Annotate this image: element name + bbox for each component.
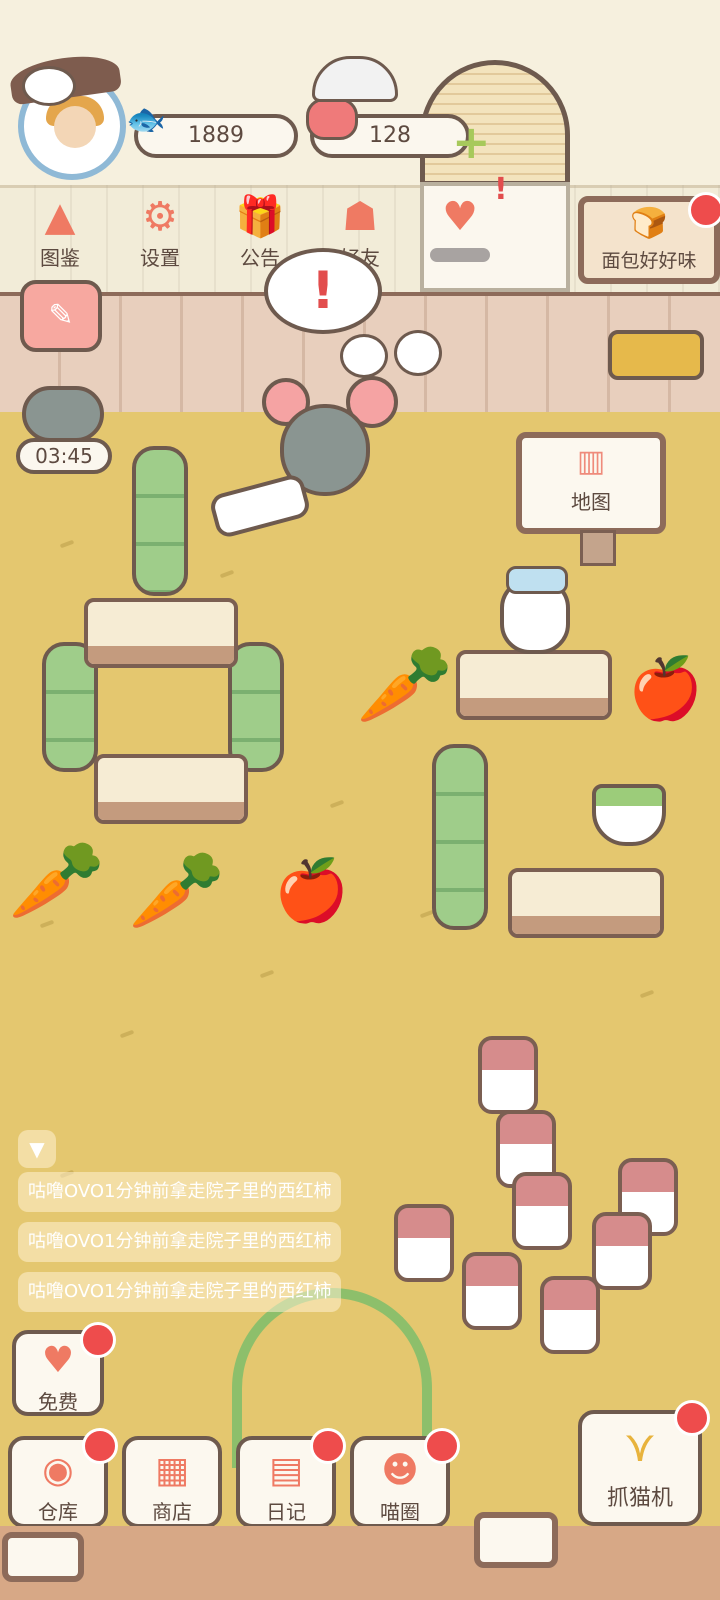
mouse-timer-icon — [22, 386, 104, 442]
jam-jar[interactable] — [478, 1036, 538, 1114]
cat-circle-label: 喵圈 — [380, 1500, 420, 1524]
jam-jar[interactable] — [512, 1172, 572, 1250]
feed-item: 咕噜OVO1分钟前拿走院子里的西红柿 — [18, 1272, 342, 1312]
heart-count: 128 — [369, 123, 411, 148]
cow-hat — [506, 566, 568, 594]
claw-machine-label: 抓猫机 — [606, 1486, 673, 1511]
calendar-button[interactable]: ✎ — [20, 280, 102, 352]
yellow-boots — [608, 330, 704, 380]
notification-badge — [688, 192, 720, 228]
shop-button[interactable]: ▦ 商店 — [122, 1436, 222, 1528]
menu-collection-label: 图鉴 — [40, 246, 80, 270]
jam-jar[interactable] — [592, 1212, 652, 1290]
wooden-block[interactable] — [508, 868, 664, 938]
gift-icon: 🎁 — [235, 194, 285, 240]
cabbage-stack[interactable] — [132, 446, 188, 596]
candied-apple[interactable]: 🍎 — [274, 856, 349, 926]
candied-apple[interactable]: 🍎 — [628, 654, 703, 724]
bunny-icon — [340, 334, 388, 378]
map-sign-label: 地图 — [571, 490, 611, 514]
notification-badge — [80, 1322, 116, 1358]
grass-tuft — [219, 569, 235, 579]
friends-icon: ☗ — [342, 194, 378, 240]
jam-jar[interactable] — [540, 1276, 600, 1354]
grass-tuft — [329, 799, 345, 809]
fish-icon: 🐟 — [126, 100, 166, 138]
fish-count: 1889 — [188, 123, 244, 148]
bread-sign-label: 面包好好味 — [601, 250, 697, 272]
potato-sign — [474, 1512, 558, 1568]
carrot[interactable]: 🥕 — [356, 640, 453, 730]
grass-tuft — [639, 989, 655, 999]
menu-settings-label: 设置 — [140, 246, 180, 270]
timer-text: 03:45 — [35, 444, 93, 468]
notification-badge — [674, 1400, 710, 1436]
feed-item: 咕噜OVO1分钟前拿走院子里的西红柿 — [18, 1222, 342, 1262]
bottom-ground — [0, 1526, 720, 1600]
collapse-feed-icon[interactable]: ▼ — [18, 1130, 56, 1168]
fence-icon: ▥ — [576, 444, 606, 479]
grass-tuft — [119, 1029, 135, 1039]
wheat-sign — [2, 1532, 84, 1582]
wooden-block[interactable] — [84, 598, 238, 668]
shop-icon: ▦ — [154, 1450, 189, 1491]
map-sign[interactable]: ▥ 地图 — [516, 432, 666, 534]
bunny-icon — [394, 330, 442, 376]
jam-jar[interactable] — [462, 1252, 522, 1330]
bird-icon — [22, 66, 76, 106]
wooden-block[interactable] — [456, 650, 612, 720]
cabbage-stack[interactable] — [432, 744, 488, 930]
free-label: 免费 — [38, 1390, 78, 1414]
wooden-block[interactable] — [94, 754, 248, 824]
notification-badge — [424, 1428, 460, 1464]
toggle-bar — [430, 248, 490, 262]
heart-icon — [306, 98, 358, 140]
alert-bubble: ! — [264, 248, 382, 334]
gear-icon: ⚙ — [142, 194, 178, 240]
shop-label: 商店 — [152, 1500, 192, 1524]
sign-post — [580, 530, 616, 566]
diary-label: 日记 — [266, 1500, 306, 1524]
carrot[interactable]: 🥕 — [128, 846, 225, 936]
pencil-icon: ✎ — [48, 298, 74, 333]
menu-settings[interactable]: ⚙ 设置 — [112, 192, 208, 271]
grass-tuft — [59, 539, 75, 549]
timer-badge: 03:45 — [16, 438, 112, 474]
alert-exclamation: ! — [494, 172, 508, 207]
carrot[interactable]: 🥕 — [8, 836, 105, 926]
cat-book-icon: ▲ — [44, 194, 76, 240]
matcha-bowl[interactable] — [592, 784, 666, 846]
notification-badge — [82, 1428, 118, 1464]
add-hearts-button[interactable]: + — [452, 119, 491, 165]
feed-item: 咕噜OVO1分钟前拿走院子里的西红柿 — [18, 1172, 342, 1212]
menu-collection[interactable]: ▲ 图鉴 — [12, 192, 108, 271]
avatar-face — [54, 106, 96, 148]
notification-badge — [310, 1428, 346, 1464]
warehouse-label: 仓库 — [38, 1500, 78, 1524]
jam-jar[interactable] — [394, 1204, 454, 1282]
grass-tuft — [259, 969, 275, 979]
